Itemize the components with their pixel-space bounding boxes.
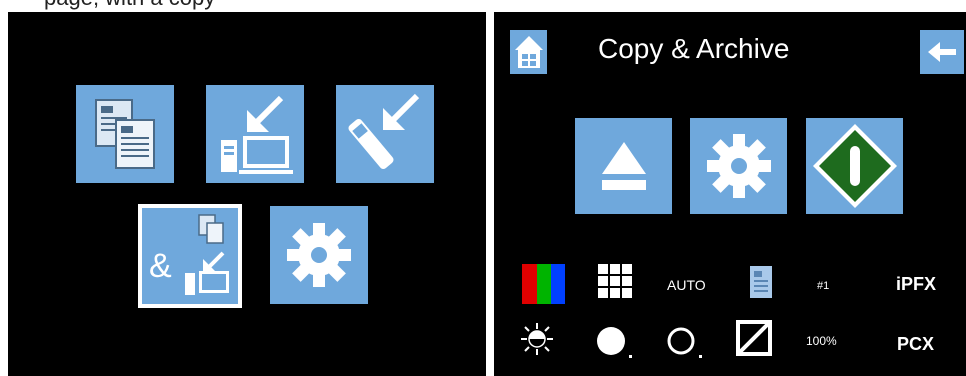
brightness-button[interactable] [520, 322, 554, 356]
document-type-button[interactable] [750, 266, 772, 298]
grid-icon [598, 264, 632, 298]
start-icon [812, 124, 897, 208]
start-button[interactable] [806, 118, 903, 214]
gear-icon [706, 134, 771, 198]
caption-text: page, with a copy [44, 0, 215, 11]
brightness-icon [521, 323, 553, 355]
scan-to-pc-tile[interactable] [206, 85, 304, 183]
copy-and-archive-tile[interactable]: & [138, 204, 242, 308]
color-mode-button[interactable] [522, 264, 565, 304]
resolution-button[interactable] [598, 264, 632, 298]
color-mode-icon [522, 264, 565, 304]
zoom-value[interactable]: 100% [806, 334, 837, 348]
document-copy-icon [95, 99, 155, 169]
scan-to-usb-tile[interactable] [336, 85, 434, 183]
contrast-button[interactable] [736, 320, 772, 356]
settings-tile[interactable] [270, 206, 368, 304]
contrast-square-icon [736, 320, 772, 356]
scan-to-usb-icon [348, 93, 420, 169]
panel-divider [486, 0, 494, 376]
document-icon [750, 266, 772, 298]
home-icon [514, 36, 543, 68]
scan-to-pc-icon [221, 95, 293, 174]
paper-size-value[interactable]: AUTO [667, 277, 706, 293]
home-button[interactable] [510, 30, 547, 74]
copies-value[interactable]: #1 [817, 280, 829, 292]
eject-icon [601, 142, 646, 190]
back-arrow-icon [928, 42, 956, 62]
density-dark-button[interactable] [596, 326, 632, 360]
screen: page, with a copy [0, 0, 966, 376]
gear-icon [287, 223, 351, 287]
main-menu-panel [8, 12, 486, 376]
ampersand-symbol: & [149, 247, 172, 285]
page-title: Copy & Archive [598, 33, 790, 64]
copy-tile[interactable] [76, 85, 174, 183]
archive-format-value[interactable]: PCX [897, 334, 934, 355]
open-circle-icon [667, 327, 702, 358]
file-format-value[interactable]: iPFX [896, 274, 936, 295]
caption-strip: page, with a copy [0, 0, 486, 12]
eject-button[interactable] [575, 118, 672, 214]
copy-and-archive-icon: & [149, 214, 229, 295]
back-button[interactable] [920, 30, 964, 74]
filled-circle-icon [597, 327, 632, 358]
copy-settings-button[interactable] [690, 118, 787, 214]
density-light-button[interactable] [666, 326, 702, 360]
